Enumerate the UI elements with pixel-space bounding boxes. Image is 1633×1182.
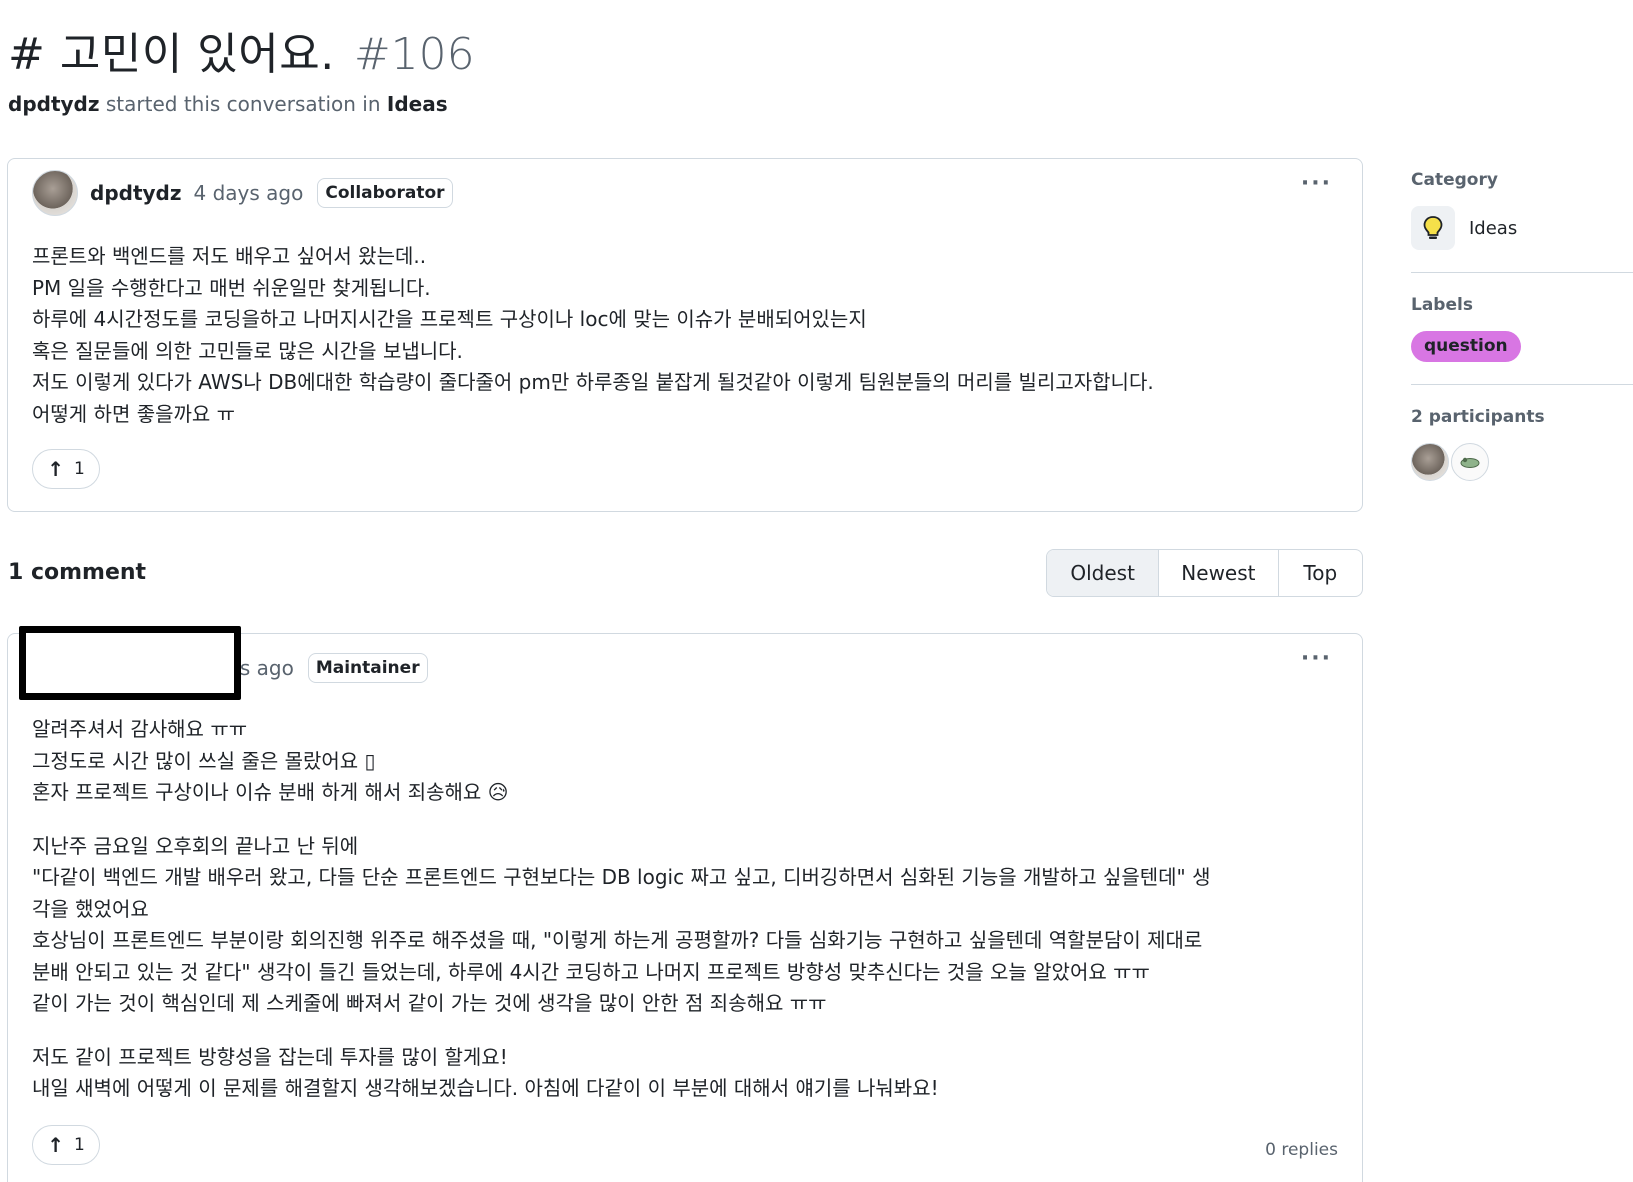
collaborator-badge: Collaborator	[317, 178, 453, 208]
comment-count: 1 comment	[8, 560, 147, 585]
replies-count: 0 replies	[1265, 1140, 1338, 1160]
divider	[1411, 384, 1633, 385]
participants-heading: 2 participants	[1411, 407, 1545, 427]
comment-line: 내일 새벽에 어떻게 이 문제를 해결할지 생각해보겠습니다. 아침에 다같이 …	[32, 1076, 939, 1100]
upvote-button[interactable]: ↑ 1	[32, 1125, 100, 1165]
comment-line: 저도 같이 프로젝트 방향성을 잡는데 투자를 많이 할게요!	[32, 1044, 508, 1069]
post-header: dpdtydz 4 days ago Collaborator	[32, 169, 453, 217]
discussion-number: #106	[353, 29, 475, 80]
comment-line: 호상님이 프론트엔드 부분이랑 회의진행 위주로 해주셨을 때, "이렇게 하는…	[32, 928, 1203, 952]
sort-top-button[interactable]: Top	[1277, 550, 1362, 596]
sort-oldest-button[interactable]: Oldest	[1047, 550, 1159, 596]
more-options-icon[interactable]: ···	[1301, 646, 1332, 671]
comment-body: 알려주셔서 감사해요 ㅠㅠ 그정도로 시간 많이 쓰실 줄은 몰랐어요 ▯ 혼자…	[32, 714, 1211, 1127]
lightbulb-icon	[1411, 206, 1455, 250]
comment-paragraph: 지난주 금요일 오후회의 끝나고 난 뒤에 "다같이 백엔드 개발 배우러 왔고…	[32, 831, 1211, 1020]
post-body: 프론트와 백엔드를 저도 배우고 싶어서 왔는데.. PM 일을 수행한다고 매…	[32, 241, 1154, 430]
arrow-up-icon: ↑	[47, 1133, 64, 1157]
arrow-up-icon: ↑	[47, 457, 64, 481]
participant-avatar[interactable]	[1451, 443, 1489, 481]
post-line: 하루에 4시간정도를 코딩을하고 나머지시간을 프로젝트 구상이나 loc에 맞…	[32, 307, 867, 331]
labels-heading: Labels	[1411, 295, 1473, 315]
sort-newest-button[interactable]: Newest	[1158, 550, 1277, 596]
comment-line: 각을 했었어요	[32, 896, 149, 921]
sort-tabs: Oldest Newest Top	[1046, 549, 1363, 597]
comment-line: 알려주셔서 감사해요 ㅠㅠ	[32, 717, 248, 741]
discussion-category-link[interactable]: Ideas	[387, 92, 448, 116]
upvote-count: 1	[73, 459, 85, 479]
post-line: 저도 이렇게 있다가 AWS나 DB에대한 학습량이 줄다줄어 pm만 하루종일…	[32, 370, 1154, 394]
post-line: 혹은 질문들에 의한 고민들로 많은 시간을 보냅니다.	[32, 338, 463, 363]
original-post: dpdtydz 4 days ago Collaborator ··· 프론트와…	[7, 158, 1363, 512]
comment-paragraph: 저도 같이 프로젝트 방향성을 잡는데 투자를 많이 할게요! 내일 새벽에 어…	[32, 1042, 1211, 1105]
maintainer-badge: Maintainer	[307, 653, 428, 683]
post-time[interactable]: 4 days ago	[194, 181, 304, 205]
comment-line: 같이 가는 것이 핵심인데 제 스케줄에 빠져서 같이 가는 것에 생각을 많이…	[32, 991, 827, 1015]
comment-line: 분배 안되고 있는 것 같다" 생각이 들긴 들었는데, 하루에 4시간 코딩하…	[32, 959, 1150, 984]
post-line: PM 일을 수행한다고 매번 쉬운일만 찾게됩니다.	[32, 275, 431, 300]
post-author[interactable]: dpdtydz	[90, 181, 182, 205]
category-item[interactable]: Ideas	[1411, 206, 1633, 250]
sidebar: Category Ideas Labels question 2 partici…	[1411, 170, 1633, 481]
post-line: 어떻게 하면 좋을까요 ㅠ	[32, 401, 236, 426]
comment-line: "다같이 백엔드 개발 배우러 왔고, 다들 단순 프론트엔드 구현보다는 DB…	[32, 865, 1211, 889]
more-options-icon[interactable]: ···	[1301, 171, 1332, 196]
discussion-title: # 고민이 있어요.	[8, 29, 335, 80]
upvote-button[interactable]: ↑ 1	[32, 449, 100, 489]
avatar[interactable]	[32, 170, 78, 216]
discussion-header: # 고민이 있어요. #106	[8, 18, 475, 80]
participants-list	[1411, 443, 1633, 481]
started-text: started this conversation in	[105, 92, 381, 116]
comment-paragraph: 알려주셔서 감사해요 ㅠㅠ 그정도로 시간 많이 쓰실 줄은 몰랐어요 ▯ 혼자…	[32, 714, 1211, 809]
category-name: Ideas	[1469, 217, 1518, 239]
comment-line: 혼자 프로젝트 구상이나 이슈 분배 하게 해서 죄송해요 😥	[32, 780, 509, 804]
post-line: 프론트와 백엔드를 저도 배우고 싶어서 왔는데..	[32, 244, 427, 268]
discussion-subtitle: dpdtydz started this conversation in Ide…	[8, 92, 448, 116]
question-label[interactable]: question	[1411, 331, 1521, 362]
comment-line: 그정도로 시간 많이 쓰실 줄은 몰랐어요 ▯	[32, 748, 376, 773]
redaction-box	[19, 626, 241, 700]
participant-avatar[interactable]	[1411, 443, 1449, 481]
category-heading: Category	[1411, 170, 1498, 190]
discussion-author-link[interactable]: dpdtydz	[8, 92, 100, 116]
comment-card: ys ago Maintainer ··· 알려주셔서 감사해요 ㅠㅠ 그정도로…	[7, 633, 1363, 1182]
upvote-count: 1	[73, 1135, 85, 1155]
divider	[1411, 272, 1633, 273]
comment-line: 지난주 금요일 오후회의 끝나고 난 뒤에	[32, 833, 359, 858]
